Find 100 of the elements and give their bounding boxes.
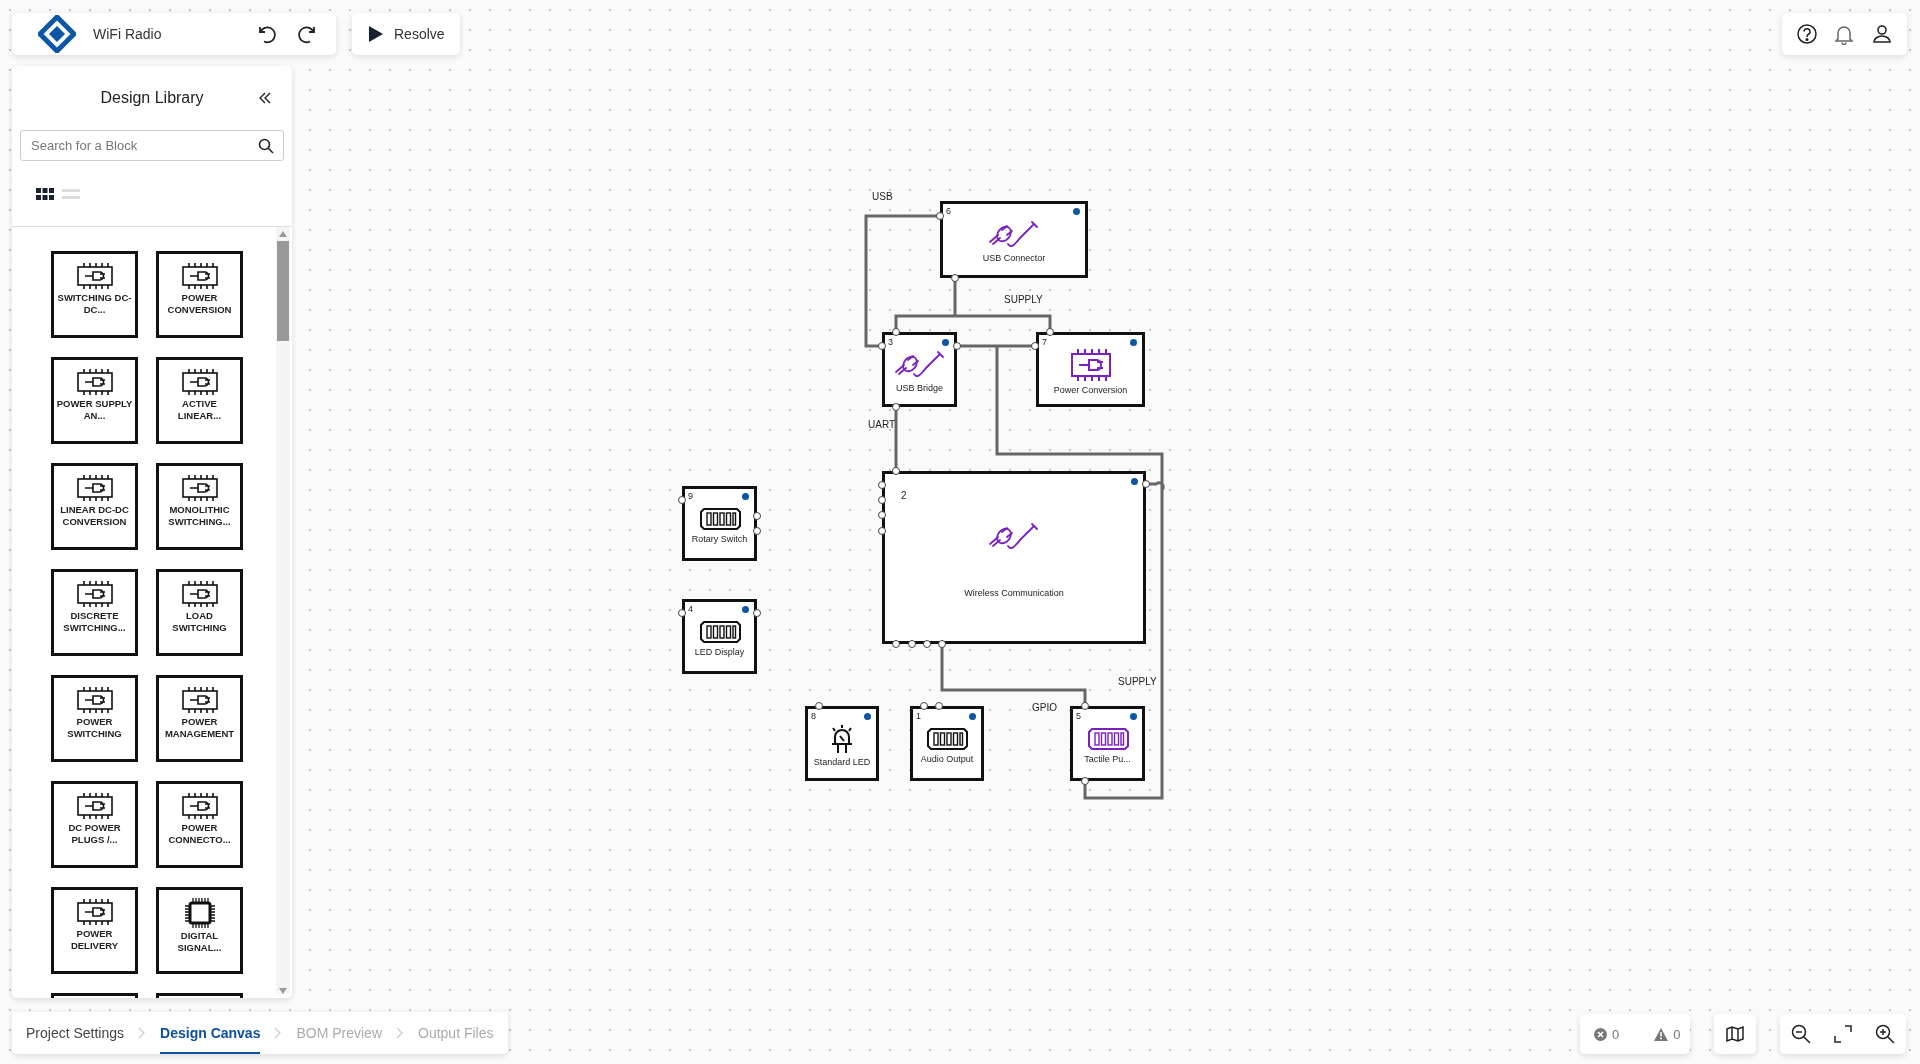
block-node[interactable]: 9 Rotary Switch — [682, 486, 757, 561]
library-block[interactable]: MONOLITHIC SWITCHING... — [156, 463, 243, 550]
status-dot — [1131, 478, 1138, 485]
minimap-button[interactable] — [1714, 1014, 1756, 1054]
block-number: 5 — [1076, 711, 1081, 721]
block-node[interactable]: 4 LED Display — [682, 599, 757, 674]
library-block[interactable]: LINEAR DC-DC CONVERSION — [51, 463, 138, 550]
search-icon — [258, 138, 274, 154]
block-node[interactable]: 8 Standard LED — [805, 706, 879, 781]
block-label: DC POWER PLUGS /... — [67, 822, 122, 846]
block-label: SWITCHING DC-DC... — [56, 292, 133, 316]
warning-icon — [1654, 1027, 1669, 1041]
block-label: LINEAR DC-DC CONVERSION — [59, 504, 130, 528]
block-label: Wireless Communication — [964, 587, 1064, 598]
port[interactable] — [753, 609, 761, 617]
resolve-button[interactable]: Resolve — [352, 13, 460, 55]
block-label: Audio Output — [920, 754, 974, 764]
wire-label: SUPPLY — [1004, 294, 1043, 305]
wire-label: USB — [872, 191, 893, 202]
chevron-icon — [274, 1027, 283, 1039]
search-field[interactable]: Search for a Block — [20, 130, 284, 161]
block-label: Rotary Switch — [691, 534, 748, 544]
chip-icon — [75, 792, 114, 820]
library-block[interactable]: POWER SWITCHING — [51, 675, 138, 762]
map-icon — [1726, 1025, 1744, 1043]
block-number: 8 — [811, 711, 816, 721]
block-label: USB Connector — [982, 253, 1046, 263]
block-label: POWER SUPPLY AN... — [56, 398, 133, 422]
library-block[interactable]: DC POWER PLUGS /... — [51, 781, 138, 868]
block-node[interactable]: 3 USB Bridge — [882, 332, 957, 407]
block-number: 6 — [946, 206, 951, 216]
status-dot — [742, 493, 749, 500]
port[interactable] — [1081, 702, 1089, 710]
block-label: POWER DELIVERY — [69, 928, 120, 952]
status-dot — [969, 713, 976, 720]
library-block[interactable]: POWER MANAGEMENT — [156, 675, 243, 762]
panel-title: Design Library — [100, 89, 204, 107]
block-number: 7 — [1042, 337, 1047, 347]
block-label: ACTIVE LINEAR... — [176, 398, 223, 422]
chip-icon — [180, 792, 219, 820]
block-node[interactable]: 7 Power Conversion — [1036, 332, 1145, 407]
block-label: LED Display — [694, 647, 745, 657]
block-number: 4 — [688, 604, 693, 614]
play-icon — [368, 25, 384, 43]
scroll-down-icon — [279, 988, 287, 994]
library-block[interactable]: ACTIVE LINEAR... — [156, 357, 243, 444]
chip-icon — [75, 262, 114, 290]
status-dot — [864, 713, 871, 720]
library-block[interactable]: POWER DELIVERY — [51, 887, 138, 974]
chip-icon — [75, 580, 114, 608]
chip-icon — [180, 474, 219, 502]
block-node[interactable]: 1 Audio Output — [910, 706, 984, 781]
library-block[interactable]: POWER SUPPLY AN... — [51, 357, 138, 444]
port[interactable] — [678, 496, 686, 504]
library-block[interactable]: SWITCHING DC-DC... — [51, 251, 138, 338]
block-label: POWER CONNECTO... — [167, 822, 232, 846]
port[interactable] — [1142, 480, 1150, 488]
block-node[interactable]: 2 Wireless Communication — [882, 471, 1146, 644]
wire-label: GPIO — [1032, 702, 1057, 713]
chip-icon — [75, 474, 114, 502]
port[interactable] — [678, 609, 686, 617]
grid-view-button[interactable] — [36, 187, 54, 200]
port[interactable] — [815, 702, 823, 710]
block-number: 2 — [901, 490, 907, 501]
block-label: POWER CONVERSION — [166, 292, 233, 316]
block-number: 3 — [888, 337, 893, 347]
port[interactable] — [1081, 777, 1089, 785]
step-tab[interactable]: Design Canvas — [160, 1012, 261, 1054]
chevron-icon — [396, 1027, 404, 1039]
library-block[interactable]: DIGITAL SIGNAL... — [156, 887, 243, 974]
step-tab[interactable]: Project Settings — [26, 1012, 125, 1054]
block-label: USB Bridge — [896, 383, 943, 393]
project-title: WiFi Radio — [93, 26, 163, 42]
status-dot — [942, 339, 949, 346]
port[interactable] — [892, 403, 900, 411]
block-node[interactable]: 5 Tactile Pu... — [1070, 706, 1145, 781]
library-block[interactable]: POWER CONVERSION — [156, 251, 243, 338]
block-label: LOAD SWITCHING — [171, 610, 228, 634]
wire-label: UART — [868, 419, 896, 430]
port[interactable] — [953, 342, 961, 350]
status-dot — [1073, 208, 1080, 215]
block-label: DIGITAL SIGNAL... — [176, 930, 223, 954]
block-number: 9 — [688, 491, 693, 501]
port[interactable] — [951, 274, 959, 282]
port[interactable] — [936, 212, 944, 220]
logo-icon — [38, 15, 76, 53]
scrollbar-thumb[interactable] — [277, 241, 289, 341]
scroll-up-icon — [279, 231, 287, 237]
library-block[interactable]: DISCRETE SWITCHING... — [51, 569, 138, 656]
processor-icon — [184, 898, 215, 928]
chip-icon — [180, 686, 219, 714]
chip-icon — [75, 686, 114, 714]
status-dot — [1130, 339, 1137, 346]
library-block[interactable]: LOAD SWITCHING — [156, 569, 243, 656]
library-block[interactable]: POWER CONNECTO... — [156, 781, 243, 868]
chip-icon — [75, 898, 114, 926]
scrollbar[interactable] — [276, 227, 290, 994]
block-node[interactable]: 6 USB Connector — [940, 201, 1088, 278]
block-label: Standard LED — [813, 757, 871, 767]
error-count: 0 — [1612, 1026, 1620, 1042]
